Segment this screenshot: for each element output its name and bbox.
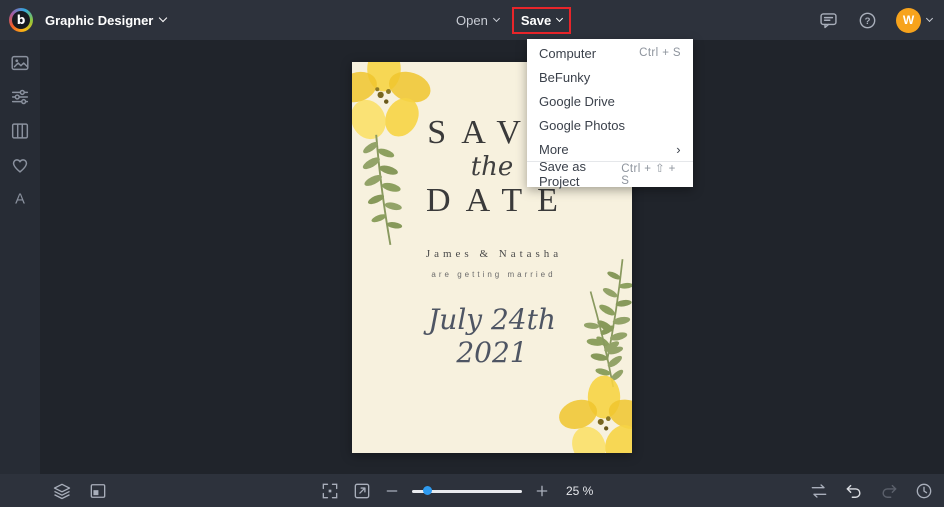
history-icon[interactable] bbox=[914, 481, 934, 501]
bottombar-right-group bbox=[809, 474, 934, 507]
chevron-down-icon bbox=[492, 14, 500, 23]
redo-icon[interactable] bbox=[879, 481, 899, 501]
fit-screen-icon[interactable] bbox=[320, 481, 340, 501]
zoom-in-icon[interactable] bbox=[534, 483, 550, 499]
leaf-sprig-illustration bbox=[362, 134, 403, 245]
card-date-line2[interactable]: 2021 bbox=[456, 336, 527, 369]
befunky-logo[interactable]: b bbox=[9, 8, 33, 32]
bottombar-center-group: 25 % bbox=[320, 474, 593, 507]
app-mode-label: Graphic Designer bbox=[45, 12, 154, 28]
adjust-icon[interactable] bbox=[9, 86, 31, 108]
save-dropdown-menu: Computer Ctrl + S BeFunky Google Drive G… bbox=[527, 39, 693, 189]
image-manager-icon[interactable] bbox=[9, 52, 31, 74]
menu-item-label: More bbox=[539, 141, 569, 157]
zoom-percentage: 25 % bbox=[566, 483, 594, 498]
menu-item-google-drive[interactable]: Google Drive bbox=[527, 89, 693, 113]
card-tagline-text[interactable]: are getting married bbox=[428, 270, 555, 279]
save-button-label: Save bbox=[520, 12, 552, 28]
layout-icon[interactable] bbox=[9, 120, 31, 142]
menu-item-label: Save as Project bbox=[539, 158, 586, 189]
menu-item-save-as-project[interactable]: Save as Project Ctrl + ⇧ + S bbox=[527, 159, 693, 189]
flower-illustration bbox=[559, 374, 632, 453]
text-icon[interactable]: A bbox=[9, 188, 31, 210]
open-button-label: Open bbox=[456, 12, 488, 28]
zoom-out-icon[interactable] bbox=[384, 483, 400, 499]
menu-item-label: BeFunky bbox=[539, 69, 591, 85]
fullscreen-icon[interactable] bbox=[352, 481, 372, 501]
left-sidebar: A bbox=[0, 40, 40, 474]
layers-icon[interactable] bbox=[52, 481, 72, 501]
undo-icon[interactable] bbox=[844, 481, 864, 501]
save-button[interactable]: Save bbox=[520, 12, 564, 28]
menu-item-shortcut: Ctrl + ⇧ + S bbox=[621, 162, 676, 187]
avatar: W bbox=[896, 7, 921, 33]
card-names-text[interactable]: James & Natasha bbox=[422, 248, 562, 260]
leaf-sprig-illustration bbox=[583, 290, 624, 387]
heart-icon[interactable] bbox=[9, 154, 31, 176]
bottom-bar: 25 % bbox=[0, 474, 944, 507]
menu-item-computer[interactable]: Computer Ctrl + S bbox=[527, 41, 693, 65]
chevron-down-icon bbox=[159, 13, 168, 23]
card-date-line1[interactable]: July 24th bbox=[428, 303, 556, 336]
zoom-slider-thumb[interactable] bbox=[423, 486, 432, 495]
compare-icon[interactable] bbox=[809, 481, 829, 501]
artboard-icon[interactable] bbox=[88, 481, 108, 501]
menu-item-befunky[interactable]: BeFunky bbox=[527, 65, 693, 89]
help-icon[interactable]: ? bbox=[857, 10, 878, 31]
menu-item-google-photos[interactable]: Google Photos bbox=[527, 113, 693, 137]
chevron-down-icon bbox=[556, 14, 564, 23]
open-button[interactable]: Open bbox=[456, 12, 500, 28]
chevron-down-icon bbox=[925, 14, 934, 23]
bottombar-left-group bbox=[52, 474, 108, 507]
leaf-sprig-illustration bbox=[596, 258, 632, 361]
menu-item-more[interactable]: More › bbox=[527, 137, 693, 161]
account-menu[interactable]: W bbox=[896, 7, 934, 33]
svg-text:A: A bbox=[15, 192, 25, 208]
menu-item-label: Computer bbox=[539, 45, 597, 61]
annotation-highlight-box: Save bbox=[511, 6, 572, 34]
comment-icon[interactable] bbox=[818, 10, 839, 31]
menu-item-label: Google Photos bbox=[539, 117, 626, 133]
canvas-area: SAVE the DATE James & Natasha are gettin… bbox=[40, 40, 944, 474]
menu-item-shortcut: Ctrl + S bbox=[639, 47, 681, 59]
menu-item-label: Google Drive bbox=[539, 93, 615, 109]
befunky-logo-mark: b bbox=[12, 11, 30, 29]
submenu-arrow-icon: › bbox=[676, 141, 681, 157]
zoom-slider[interactable] bbox=[412, 484, 522, 498]
app-mode-menu[interactable]: Graphic Designer bbox=[45, 12, 168, 28]
top-bar: b Graphic Designer Open Save ? W bbox=[0, 0, 944, 40]
card-title-the[interactable]: the bbox=[471, 152, 514, 182]
topbar-right-group: ? W bbox=[818, 0, 934, 40]
svg-text:?: ? bbox=[865, 16, 871, 27]
topbar-center-group: Open Save bbox=[456, 0, 572, 40]
